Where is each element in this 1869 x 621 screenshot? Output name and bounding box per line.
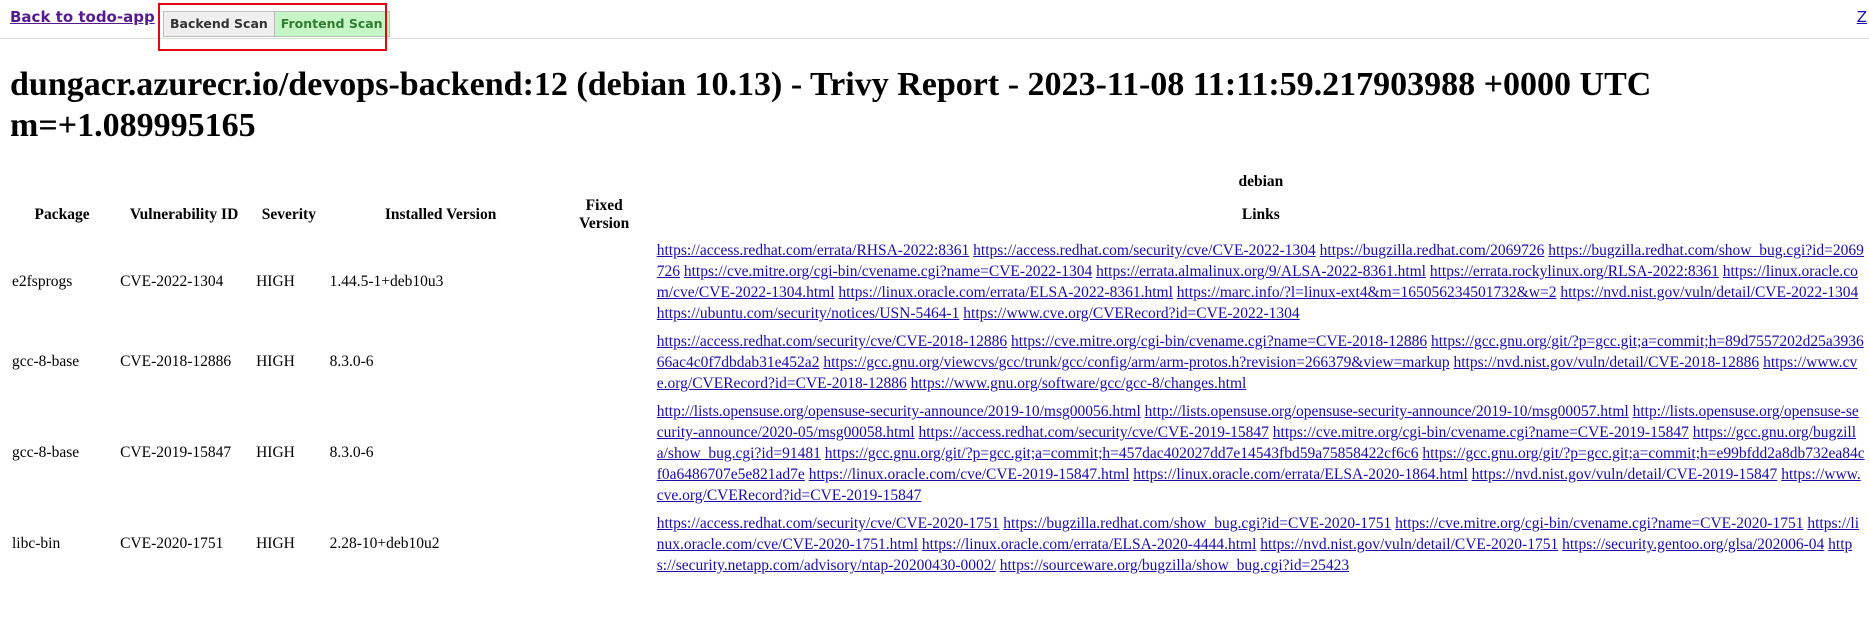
report-title: dungacr.azurecr.io/devops-backend:12 (de…	[10, 66, 1652, 144]
reference-link[interactable]: https://www.cve.org/CVERecord?id=CVE-202…	[963, 305, 1299, 322]
reference-link[interactable]: https://gcc.gnu.org/git/?p=gcc.git;a=com…	[825, 445, 1419, 462]
reference-link[interactable]: https://access.redhat.com/security/cve/C…	[973, 242, 1316, 259]
cell-severity: HIGH	[256, 272, 295, 290]
top-nav-bar: Back to todo-app Backend Scan Frontend S…	[0, 0, 1869, 51]
cell-installed-version: 2.28-10+deb10u2	[329, 535, 440, 552]
reference-link[interactable]: https://security.gentoo.org/glsa/202006-…	[1562, 536, 1824, 553]
reference-link[interactable]: https://nvd.nist.gov/vuln/detail/CVE-201…	[1454, 354, 1760, 371]
cell-package: gcc-8-base	[12, 444, 80, 461]
vulnerability-table: debian Package Vulnerability ID Severity…	[8, 170, 1869, 579]
reference-link[interactable]: https://sourceware.org/bugzilla/show_bug…	[1000, 557, 1349, 574]
cell-links: https://access.redhat.com/errata/RHSA-20…	[653, 236, 1869, 327]
cell-fixed-version	[556, 236, 653, 327]
reference-link[interactable]: https://nvd.nist.gov/vuln/detail/CVE-202…	[1560, 284, 1858, 301]
table-body: e2fsprogs CVE-2022-1304 HIGH 1.44.5-1+deb10…	[8, 236, 1869, 579]
reference-link[interactable]: https://linux.oracle.com/errata/ELSA-202…	[1133, 466, 1467, 483]
cell-vulnerability-id: CVE-2020-1751	[120, 535, 224, 552]
reference-link[interactable]: https://errata.rockylinux.org/RLSA-2022:…	[1430, 263, 1719, 280]
table-row: libc-bin CVE-2020-1751 HIGH 2.28-10+deb10u2…	[8, 509, 1869, 579]
cell-vulnerability-id: CVE-2018-12886	[120, 353, 232, 370]
reference-link[interactable]: http://lists.opensuse.org/opensuse-secur…	[1145, 403, 1629, 420]
table-header-spacer	[8, 170, 653, 194]
cell-severity: HIGH	[256, 444, 295, 461]
table-row: gcc-8-base CVE-2019-15847 HIGH 8.3.0-6 http:…	[8, 397, 1869, 509]
table-row: gcc-8-base CVE-2018-12886 HIGH 8.3.0-6 https…	[8, 327, 1869, 397]
cell-installed-version: 1.44.5-1+deb10u3	[329, 272, 444, 290]
reference-link[interactable]: https://access.redhat.com/security/cve/C…	[919, 424, 1269, 441]
cell-links: https://access.redhat.com/security/cve/C…	[653, 327, 1869, 397]
cell-fixed-version	[556, 397, 653, 509]
cell-severity: HIGH	[256, 353, 295, 370]
reference-link[interactable]: https://access.redhat.com/errata/RHSA-20…	[657, 242, 970, 259]
cell-severity: HIGH	[256, 535, 295, 552]
reference-link[interactable]: https://www.gnu.org/software/gcc/gcc-8/c…	[911, 375, 1247, 392]
reference-link[interactable]: https://bugzilla.redhat.com/2069726	[1320, 242, 1545, 259]
cell-fixed-version	[556, 509, 653, 579]
os-group-header: debian	[1238, 173, 1284, 190]
column-header-vulnerability-id: Vulnerability ID	[129, 206, 239, 223]
back-to-todo-app-link[interactable]: Back to todo-app	[10, 8, 155, 26]
column-header-severity: Severity	[261, 206, 316, 223]
reference-link[interactable]: https://cve.mitre.org/cgi-bin/cvename.cg…	[684, 263, 1092, 280]
reference-link[interactable]: http://lists.opensuse.org/opensuse-secur…	[657, 403, 1141, 420]
cell-package: e2fsprogs	[12, 272, 73, 290]
cell-package: gcc-8-base	[12, 353, 80, 370]
reference-link[interactable]: https://bugzilla.redhat.com/show_bug.cgi…	[1003, 515, 1391, 532]
cell-vulnerability-id: CVE-2022-1304	[120, 272, 224, 290]
tab-frontend-scan[interactable]: Frontend Scan	[274, 12, 389, 36]
cell-installed-version: 8.3.0-6	[329, 353, 374, 370]
reference-link[interactable]: https://access.redhat.com/security/cve/C…	[657, 333, 1007, 350]
top-right-link[interactable]: Z	[1857, 8, 1867, 26]
cell-links: http://lists.opensuse.org/opensuse-secur…	[653, 397, 1869, 509]
column-header-installed-version: Installed Version	[384, 206, 497, 223]
reference-link[interactable]: https://marc.info/?l=linux-ext4&m=165056…	[1177, 284, 1557, 301]
reference-link[interactable]: https://linux.oracle.com/errata/ELSA-202…	[922, 536, 1256, 553]
reference-link[interactable]: https://gcc.gnu.org/viewcvs/gcc/trunk/gc…	[823, 354, 1449, 371]
column-header-links: Links	[1241, 206, 1280, 223]
cell-vulnerability-id: CVE-2019-15847	[120, 444, 232, 461]
column-header-package: Package	[34, 206, 90, 223]
reference-link[interactable]: https://nvd.nist.gov/vuln/detail/CVE-201…	[1472, 466, 1778, 483]
reference-link[interactable]: https://cve.mitre.org/cgi-bin/cvename.cg…	[1395, 515, 1803, 532]
reference-link[interactable]: https://cve.mitre.org/cgi-bin/cvename.cg…	[1011, 333, 1427, 350]
reference-link[interactable]: https://access.redhat.com/security/cve/C…	[657, 515, 1000, 532]
reference-link[interactable]: https://ubuntu.com/security/notices/USN-…	[657, 305, 960, 322]
cell-installed-version: 8.3.0-6	[329, 444, 374, 461]
cell-fixed-version	[556, 327, 653, 397]
reference-link[interactable]: https://linux.oracle.com/errata/ELSA-202…	[838, 284, 1172, 301]
reference-link[interactable]: https://linux.oracle.com/cve/CVE-2019-15…	[809, 466, 1130, 483]
table-row: e2fsprogs CVE-2022-1304 HIGH 1.44.5-1+deb10…	[8, 236, 1869, 327]
column-header-fixed-version: Fixed Version	[579, 197, 630, 232]
scan-tabs: Backend Scan Frontend Scan	[163, 11, 390, 37]
cell-package: libc-bin	[12, 535, 61, 552]
reference-link[interactable]: https://nvd.nist.gov/vuln/detail/CVE-202…	[1260, 536, 1558, 553]
tab-backend-scan[interactable]: Backend Scan	[164, 12, 275, 36]
cell-links: https://access.redhat.com/security/cve/C…	[653, 509, 1869, 579]
reference-link[interactable]: https://cve.mitre.org/cgi-bin/cvename.cg…	[1273, 424, 1689, 441]
reference-link[interactable]: https://errata.almalinux.org/9/ALSA-2022…	[1096, 263, 1426, 280]
